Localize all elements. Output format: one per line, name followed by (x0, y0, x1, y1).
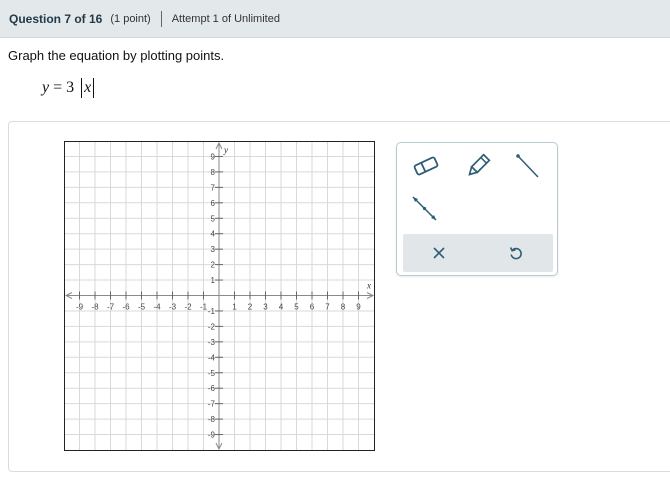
y-tick-label: -9 (208, 431, 216, 440)
x-tick-label: 8 (341, 303, 346, 312)
y-tick-label: 6 (211, 199, 216, 208)
y-tick-label: -2 (208, 322, 216, 331)
header-divider (160, 10, 162, 27)
x-axis-label: x (366, 281, 371, 291)
y-tick-label: 3 (211, 245, 216, 254)
ray-tool-button[interactable] (407, 191, 441, 225)
segment-tool-button[interactable] (510, 149, 544, 183)
x-tick-label: 7 (325, 303, 330, 312)
x-tick-label: -1 (200, 303, 208, 312)
equation-abs-var: x (81, 78, 95, 98)
x-tick-label: -6 (122, 303, 130, 312)
x-tick-label: 1 (232, 303, 237, 312)
graph-toolbox (396, 142, 558, 276)
equation-lhs: y (42, 79, 50, 96)
undo-icon (509, 247, 522, 260)
graph-area[interactable]: -9 -8 -7 -6 -5 -4 -3 -2 -1 1 2 3 4 5 6 7 8 9 9 8 7 6 5 4 3 2 1 -1 -2… (64, 141, 375, 451)
toolbox-actions (403, 234, 553, 272)
pencil-icon (468, 153, 491, 176)
x-tick-label: -3 (169, 303, 177, 312)
y-tick-label: 1 (211, 276, 216, 285)
attempt-info: Attempt 1 of Unlimited (171, 12, 280, 25)
y-tick-label: 2 (211, 261, 216, 270)
x-tick-label: -5 (138, 303, 146, 312)
x-tick-label: 3 (263, 303, 268, 312)
coordinate-grid[interactable]: -9 -8 -7 -6 -5 -4 -3 -2 -1 1 2 3 4 5 6 7 8 9 9 8 7 6 5 4 3 2 1 -1 -2… (64, 141, 375, 451)
pencil-tool-button[interactable] (461, 149, 495, 183)
undo-button[interactable] (499, 236, 533, 270)
y-tick-label: 7 (211, 183, 216, 192)
x-tick-label: -9 (76, 303, 84, 312)
clear-icon (433, 247, 445, 259)
x-tick-label: 2 (248, 303, 253, 312)
eraser-tool-button[interactable] (409, 149, 443, 183)
y-tick-label: 8 (211, 168, 216, 177)
question-number: Question 7 of 16 (9, 11, 103, 26)
y-tick-label: -7 (208, 400, 216, 409)
x-tick-label: 4 (279, 303, 284, 312)
x-tick-label: -7 (107, 303, 115, 312)
y-tick-label: 9 (211, 152, 216, 161)
x-tick-label: -8 (91, 303, 99, 312)
ray-line-icon (412, 196, 437, 221)
y-tick-label: 5 (211, 214, 216, 223)
eraser-icon (413, 156, 439, 176)
x-tick-label: 5 (294, 303, 299, 312)
line-segment-icon (516, 154, 539, 178)
y-tick-label: -3 (208, 338, 216, 347)
question-header: Question 7 of 16 (1 point) Attempt 1 of … (0, 0, 670, 38)
equation: y = 3 x (42, 78, 95, 98)
y-tick-label: 4 (211, 230, 216, 239)
question-points: (1 point) (110, 12, 151, 25)
y-tick-label: -6 (208, 384, 216, 393)
y-tick-label: -1 (208, 307, 216, 316)
y-tick-label: -5 (208, 369, 216, 378)
x-tick-label: 6 (310, 303, 315, 312)
y-axis-label: y (223, 145, 228, 155)
equation-middle: = 3 (49, 79, 79, 96)
question-instruction: Graph the equation by plotting points. (8, 48, 225, 63)
x-tick-label: -2 (184, 303, 192, 312)
y-tick-label: -4 (208, 353, 216, 362)
clear-button[interactable] (422, 236, 456, 270)
x-tick-label: 9 (356, 303, 361, 312)
x-tick-label: -4 (153, 303, 161, 312)
y-tick-label: -8 (208, 415, 216, 424)
